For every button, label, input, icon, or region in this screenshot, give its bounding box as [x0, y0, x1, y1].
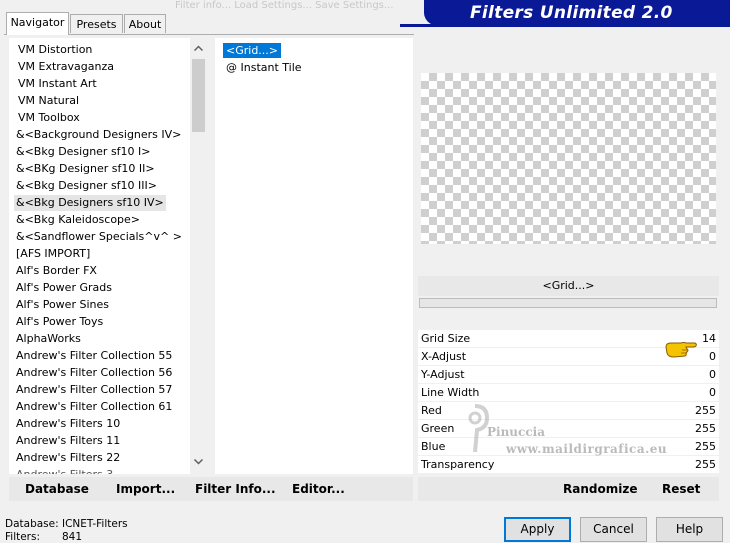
param-label: Blue	[421, 440, 446, 453]
list-item[interactable]: Andrew's Filter Collection 57	[14, 382, 174, 398]
list-item[interactable]: [AFS IMPORT]	[14, 246, 92, 262]
category-list[interactable]: VM Distortion VM Extravaganza VM Instant…	[9, 38, 207, 474]
preview-image	[421, 73, 716, 244]
list-item-partial[interactable]: Andrew's Filters 3	[14, 467, 115, 474]
param-label: Green	[421, 422, 455, 435]
param-label: Y-Adjust	[421, 368, 465, 381]
current-filter-name: <Grid...>	[418, 276, 719, 296]
param-value: 0	[709, 386, 716, 399]
param-label: Grid Size	[421, 332, 471, 345]
list-item[interactable]: VM Extravaganza	[16, 59, 116, 75]
param-value: 0	[709, 350, 716, 363]
list-item[interactable]: Andrew's Filter Collection 61	[14, 399, 174, 415]
tab-presets[interactable]: Presets	[70, 14, 123, 33]
param-label: X-Adjust	[421, 350, 467, 363]
progress-bar	[419, 298, 717, 308]
watermark-name: Pinuccia	[487, 425, 545, 439]
list-item[interactable]: Andrew's Filters 10	[14, 416, 122, 432]
list-item[interactable]: &<Bkg Kaleidoscope>	[14, 212, 142, 228]
cancel-button[interactable]: Cancel	[580, 517, 647, 542]
list-item[interactable]: Andrew's Filters 11	[14, 433, 122, 449]
chevron-down-icon[interactable]	[190, 455, 207, 472]
list-item[interactable]: &<BKg Designer sf10 II>	[14, 161, 157, 177]
help-button[interactable]: Help	[656, 517, 723, 542]
import-button[interactable]: Import...	[116, 482, 175, 496]
editor-button[interactable]: Editor...	[292, 482, 345, 496]
param-value: 14	[702, 332, 716, 345]
param-label: Red	[421, 404, 442, 417]
pointing-hand-icon	[665, 342, 697, 358]
param-label: Line Width	[421, 386, 480, 399]
list-item[interactable]: AlphaWorks	[14, 331, 83, 347]
tab-navigator[interactable]: Navigator	[6, 12, 69, 35]
filters-label: Filters:	[5, 531, 41, 543]
filter-item-selected[interactable]: <Grid...>	[223, 43, 282, 58]
database-button[interactable]: Database	[25, 482, 89, 496]
list-item[interactable]: VM Toolbox	[16, 110, 82, 126]
param-value: 0	[709, 368, 716, 381]
param-value: 255	[695, 440, 716, 453]
tab-about[interactable]: About	[124, 14, 166, 33]
randomize-button[interactable]: Randomize	[563, 482, 637, 496]
list-item-selected[interactable]: &<Bkg Designers sf10 IV>	[14, 195, 166, 211]
param-value: 255	[695, 404, 716, 417]
param-row-y-adjust[interactable]: Y-Adjust 0	[418, 366, 719, 384]
list-item[interactable]: Alf's Power Toys	[14, 314, 105, 330]
list-item[interactable]: Alf's Border FX	[14, 263, 99, 279]
param-value: 255	[695, 458, 716, 471]
filter-list[interactable]: <Grid...> @ Instant Tile	[215, 38, 413, 474]
list-item[interactable]: &<Sandflower Specials^v^ >	[14, 229, 184, 245]
list-item[interactable]: VM Instant Art	[16, 76, 99, 92]
list-item[interactable]: Andrew's Filter Collection 55	[14, 348, 174, 364]
faint-header-text: Filter info... Load Settings... Save Set…	[175, 0, 394, 11]
list-item[interactable]: VM Natural	[16, 93, 81, 109]
list-item[interactable]: VM Distortion	[16, 42, 94, 58]
list-item[interactable]: &<Bkg Designer sf10 I>	[14, 144, 153, 160]
database-value: ICNET-Filters	[62, 518, 128, 530]
list-item[interactable]: Alf's Power Grads	[14, 280, 114, 296]
list-item[interactable]: Andrew's Filters 22	[14, 450, 122, 466]
watermark-site: www.maildirgrafica.eu	[506, 442, 668, 456]
list-item[interactable]: Alf's Power Sines	[14, 297, 111, 313]
scrollbar-thumb[interactable]	[192, 59, 205, 132]
list-item[interactable]: &<Background Designers IV>	[14, 127, 183, 143]
list-item[interactable]: Andrew's Filter Collection 56	[14, 365, 174, 381]
reset-button[interactable]: Reset	[662, 482, 700, 496]
filters-count: 841	[62, 531, 83, 543]
chevron-up-icon[interactable]	[190, 41, 207, 58]
filter-item[interactable]: @ Instant Tile	[223, 60, 305, 75]
filter-info-button[interactable]: Filter Info...	[195, 482, 276, 496]
param-value: 255	[695, 422, 716, 435]
apply-button[interactable]: Apply	[504, 517, 571, 542]
app-title: Filters Unlimited 2.0	[470, 3, 673, 23]
list-item[interactable]: &<Bkg Designer sf10 III>	[14, 178, 159, 194]
database-label: Database:	[5, 518, 59, 530]
